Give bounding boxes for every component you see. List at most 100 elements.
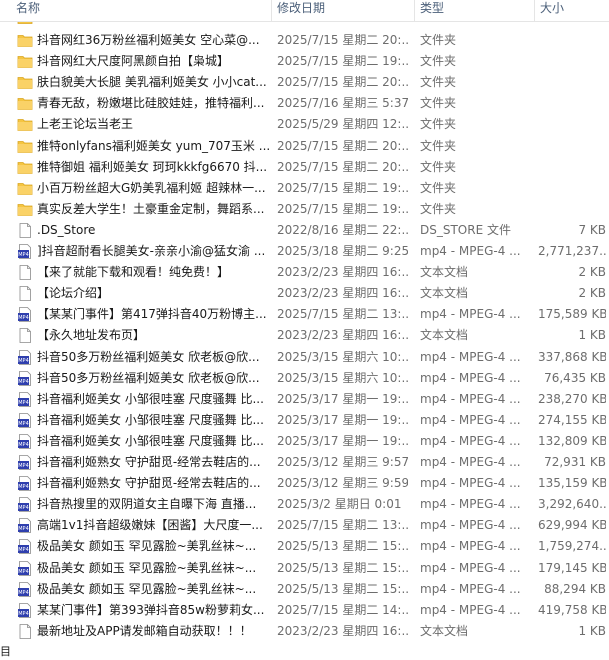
file-row[interactable]: 【论坛介绍】 2023/2/23 星期四 16:... 文本文档 2 KB <box>0 283 609 304</box>
file-type: 文本文档 <box>420 286 469 300</box>
file-size <box>538 136 606 157</box>
file-date: 2025/3/17 星期一 19:... <box>277 413 408 427</box>
file-row[interactable]: MP4 抖音福利姬美女 小邹很哇塞 尺度骚舞 比... 2025/3/17 星期一 … <box>0 410 609 431</box>
file-row[interactable]: MP4 极品美女 颜如玉 罕见露脸~美乳丝袜~... 2025/5/13 星期二 1… <box>0 579 609 600</box>
file-date: 2023/2/23 星期四 16:... <box>277 286 408 300</box>
folder-icon <box>17 54 33 69</box>
file-size: 2,771,237... <box>538 244 606 258</box>
file-name: 【来了就能下载和观看！纯免费！】 <box>37 265 230 279</box>
file-name: 推特onlyfans福利姬美女 yum_707玉米 ... <box>37 139 271 153</box>
file-name: 小百万粉丝超大G奶美乳福利姬 超辣林一... <box>37 181 266 195</box>
file-date: 2025/3/17 星期一 19:... <box>277 434 408 448</box>
file-type: mp4 - MPEG-4 ... <box>420 392 521 406</box>
file-row[interactable]: MP4 抖音50多万粉丝福利姬美女 欣老板@欣... 2025/3/15 星期六 1… <box>0 347 609 368</box>
file-name: 抖音福利姬美女 小邹很哇塞 尺度骚舞 比... <box>37 413 264 427</box>
file-row[interactable]: .DS_Store 2022/8/16 星期二 22:... DS_STORE 文件… <box>0 220 609 241</box>
video-file-icon: MP4 <box>17 244 33 259</box>
file-row[interactable]: 青春无敌，粉嫩堪比硅胶娃娃，推特福利... 2025/7/16 星期三 5:37 文… <box>0 93 609 114</box>
file-name: 【论坛介绍】 <box>37 286 110 300</box>
file-name: 高端1v1抖音超级嫩妹【困酱】大尺度一... <box>37 518 263 532</box>
svg-text:MP4: MP4 <box>18 590 29 596</box>
document-icon <box>17 286 33 301</box>
file-row[interactable]: MP4 抖音福利姬熟女 守护甜觅-经常去鞋店的... 2025/3/12 星期三 9… <box>0 452 609 473</box>
file-date: 2025/3/12 星期三 9:59 <box>277 476 408 490</box>
file-name: 极品美女 颜如玉 罕见露脸~美乳丝袜~... <box>37 561 257 575</box>
file-row[interactable]: 肤白貌美大长腿 美乳福利姬美女 小小cat... 2025/7/15 星期二 20… <box>0 72 609 93</box>
file-size: 337,868 KB <box>538 350 606 364</box>
file-row[interactable]: 真实反差大学生！土豪重金定制，舞蹈系... 2025/7/15 星期二 19:..… <box>0 199 609 220</box>
file-row[interactable]: MP4 【某某门事件】第417弹抖音40万粉博主... 2025/7/15 星期二 … <box>0 304 609 325</box>
file-row[interactable]: 小百万粉丝超大G奶美乳福利姬 超辣林一... 2025/7/15 星期二 19:.… <box>0 178 609 199</box>
video-file-icon: MP4 <box>17 603 33 618</box>
file-row[interactable]: MP4 高端1v1抖音超级嫩妹【困酱】大尺度一... 2025/7/15 星期二 1… <box>0 515 609 536</box>
file-name: 【某某门事件】第417弹抖音40万粉博主... <box>37 307 267 321</box>
file-row[interactable]: 抖音网红大尺度阿黑颜自拍【枭城】 2025/7/15 星期二 19:... 文件夹 <box>0 51 609 72</box>
file-type: 文件夹 <box>420 96 457 110</box>
file-row[interactable]: MP4 抖音热搜里的双阴道女主自曝下海 直播... 2025/3/2 星期日 0:0… <box>0 494 609 515</box>
column-divider[interactable] <box>534 0 535 21</box>
svg-text:MP4: MP4 <box>18 611 29 617</box>
file-date: 2023/2/23 星期四 16:... <box>277 328 408 342</box>
file-row[interactable]: MP4 极品美女 颜如玉 罕见露脸~美乳丝袜~... 2025/5/13 星期二 1… <box>0 536 609 557</box>
file-row[interactable]: MP4 极品美女 颜如玉 罕见露脸~美乳丝袜~... 2025/5/13 星期二 1… <box>0 558 609 579</box>
column-header-date[interactable]: 修改日期 <box>277 0 407 21</box>
file-type: DS_STORE 文件 <box>420 223 511 237</box>
file-type: 文件夹 <box>420 202 457 216</box>
file-row[interactable]: MP4]抖音超耐看长腿美女-亲亲小渝@猛女渝 ... 2025/3/18 星期二 … <box>0 241 609 262</box>
file-name: 抖音50多万粉丝福利姬美女 欣老板@欣... <box>37 350 260 364</box>
file-date: 2025/3/15 星期六 10:... <box>277 350 408 364</box>
file-size: 238,270 KB <box>538 392 606 406</box>
column-header-type[interactable]: 类型 <box>420 0 530 21</box>
file-name: .DS_Store <box>37 223 96 237</box>
file-name: 抖音网红36万粉丝福利姬美女 空心菜@... <box>37 33 260 47</box>
file-date: 2025/7/15 星期二 20:... <box>277 75 408 89</box>
column-header-name[interactable]: 名称 <box>16 0 266 21</box>
file-row[interactable]: 上老王论坛当老王 2025/5/29 星期四 12:... 文件夹 <box>0 114 609 135</box>
document-icon <box>17 265 33 280</box>
file-name: 抖音福利姬美女 小邹很哇塞 尺度骚舞 比... <box>37 434 264 448</box>
file-size: 1,759,274... <box>538 539 606 553</box>
file-size: 7 KB <box>578 223 606 237</box>
file-row[interactable]: 推特御姐 福利姬美女 珂珂kkkfg6670 抖... 2025/7/15 星期二… <box>0 157 609 178</box>
file-size <box>538 51 606 72</box>
file-type: mp4 - MPEG-4 ... <box>420 561 521 575</box>
file-row[interactable]: 【来了就能下载和观看！纯免费！】 2023/2/23 星期四 16:... 文本文档… <box>0 262 609 283</box>
file-name: 抖音50多万粉丝福利姬美女 欣老板@欣... <box>37 371 260 385</box>
document-icon <box>17 223 33 238</box>
file-row[interactable]: 抖音网红36万粉丝福利姬美女 空心菜@... 2025/7/15 星期二 20:.… <box>0 30 609 51</box>
video-file-icon: MP4 <box>17 455 33 470</box>
file-size <box>538 72 606 93</box>
file-row[interactable]: 推特onlyfans福利姬美女 yum_707玉米 ... 2025/7/15 星… <box>0 136 609 157</box>
file-date: 2025/5/13 星期二 15:... <box>277 561 408 575</box>
column-divider[interactable] <box>271 0 272 21</box>
folder-icon <box>17 117 33 132</box>
file-row[interactable]: MP4 抖音福利姬熟女 守护甜觅-经常去鞋店的... 2025/3/12 星期三 9… <box>0 473 609 494</box>
file-row[interactable]: MP4 抖音50多万粉丝福利姬美女 欣老板@欣... 2025/3/15 星期六 1… <box>0 368 609 389</box>
svg-text:MP4: MP4 <box>18 252 29 258</box>
file-name: 某某门事件】第393弹抖音85w粉萝莉女... <box>37 603 265 617</box>
folder-icon <box>17 181 33 196</box>
column-header-size[interactable]: 大小 <box>540 0 606 21</box>
file-row[interactable]: MP4 抖音福利姬美女 小邹很哇塞 尺度骚舞 比... 2025/3/17 星期一 … <box>0 389 609 410</box>
file-size: 72,931 KB <box>544 455 606 469</box>
file-date: 2025/7/15 星期二 20:... <box>277 33 408 47</box>
file-name: 抖音热搜里的双阴道女主自曝下海 直播... <box>37 497 257 511</box>
folder-icon <box>17 160 33 175</box>
file-row[interactable]: MP4 抖音福利姬美女 小邹很哇塞 尺度骚舞 比... 2025/3/17 星期一 … <box>0 431 609 452</box>
file-type: mp4 - MPEG-4 ... <box>420 603 521 617</box>
file-date: 2025/3/2 星期日 0:01 <box>277 497 402 511</box>
file-type: 文本文档 <box>420 328 469 342</box>
file-date: 2025/7/16 星期三 5:37 <box>277 96 408 110</box>
file-size <box>538 178 606 199</box>
file-row[interactable]: 最新地址及APP请发邮箱自动获取！！！ 2023/2/23 星期四 16:... 文… <box>0 621 609 642</box>
file-row[interactable]: 【永久地址发布页】 2023/2/23 星期四 16:... 文本文档 1 KB <box>0 325 609 346</box>
column-divider[interactable] <box>414 0 415 21</box>
svg-text:MP4: MP4 <box>18 442 29 448</box>
file-type: mp4 - MPEG-4 ... <box>420 434 521 448</box>
video-file-icon: MP4 <box>17 371 33 386</box>
file-size: 274,155 KB <box>538 413 606 427</box>
file-size <box>538 199 606 220</box>
file-row[interactable]: MP4 某某门事件】第393弹抖音85w粉萝莉女... 2025/7/15 星期二 … <box>0 600 609 621</box>
file-type: 文本文档 <box>420 624 469 638</box>
file-date: 2025/7/15 星期二 13:... <box>277 518 408 532</box>
